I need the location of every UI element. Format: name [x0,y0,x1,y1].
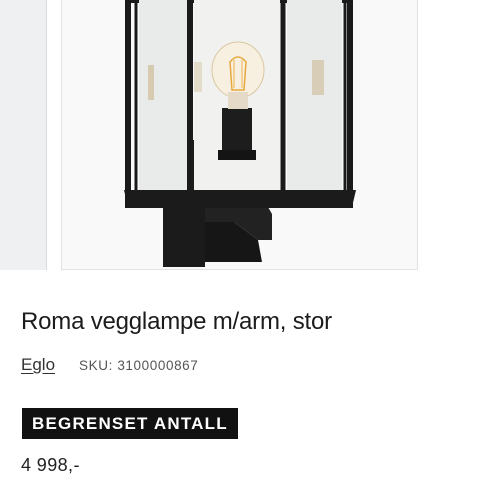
product-price: 4 998,- [21,455,80,475]
product-title: Roma vegglampe m/arm, stor [21,308,332,335]
brand-link[interactable]: Eglo [21,355,55,375]
product-image-gallery[interactable] [0,0,480,272]
main-product-image[interactable] [61,0,418,270]
sku-text: SKU: 3100000867 [79,358,198,373]
previous-image-slide[interactable] [0,0,47,270]
product-meta: Eglo SKU: 3100000867 [21,355,198,375]
sku-label: SKU: [79,358,113,373]
limited-stock-badge: BEGRENSET ANTALL [22,408,238,439]
sku-value: 3100000867 [117,358,199,373]
lamp-image [124,0,356,267]
